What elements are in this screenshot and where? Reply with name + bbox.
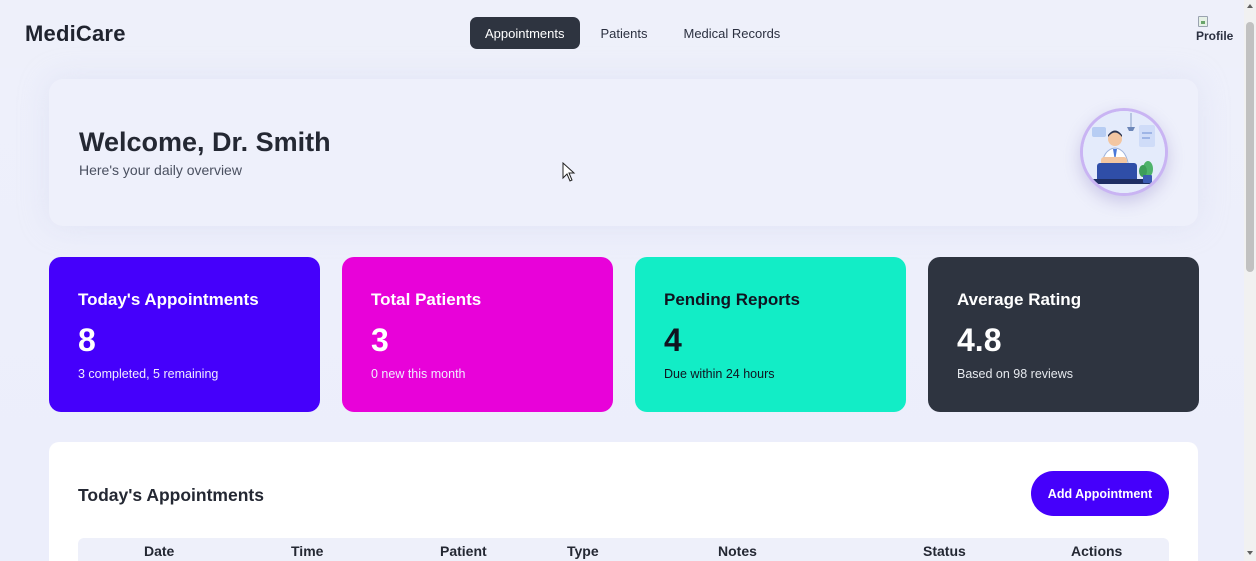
stat-title: Today's Appointments (78, 290, 259, 309)
stat-subtext: 0 new this month (371, 367, 466, 381)
stat-value: 3 (371, 322, 389, 358)
column-header-actions[interactable]: Actions (1071, 543, 1122, 559)
stat-card-todays-appointments[interactable]: Today's Appointments 8 3 completed, 5 re… (49, 257, 320, 412)
profile-alt-text: Profile (1196, 29, 1234, 43)
main-nav: Appointments Patients Medical Records (470, 17, 795, 49)
stat-subtext: Based on 98 reviews (957, 367, 1074, 381)
welcome-card: Welcome, Dr. Smith Here's your daily ove… (49, 79, 1198, 226)
column-header-time[interactable]: Time (291, 543, 323, 559)
column-header-type[interactable]: Type (567, 543, 599, 559)
column-header-status[interactable]: Status (923, 543, 966, 559)
doctor-illustration (1080, 108, 1168, 196)
column-header-patient[interactable]: Patient (440, 543, 487, 559)
stat-value: 4.8 (957, 322, 1002, 358)
column-header-notes[interactable]: Notes (718, 543, 757, 559)
welcome-title: Welcome, Dr. Smith (79, 127, 331, 157)
stat-value: 8 (78, 322, 96, 358)
column-header-date[interactable]: Date (144, 543, 174, 559)
tab-appointments[interactable]: Appointments (470, 17, 580, 49)
tab-medical-records[interactable]: Medical Records (668, 17, 795, 49)
scroll-down-icon[interactable] (1247, 551, 1253, 555)
mouse-cursor-icon (562, 162, 576, 182)
appointments-table-header: Date Time Patient Type Notes Status Acti… (78, 538, 1169, 561)
top-navbar: MediCare Appointments Patients Medical R… (0, 0, 1244, 68)
welcome-subtitle: Here's your daily overview (79, 162, 242, 178)
page-scrollbar[interactable] (1244, 0, 1256, 561)
add-appointment-button[interactable]: Add Appointment (1031, 471, 1169, 516)
stat-card-pending-reports[interactable]: Pending Reports 4 Due within 24 hours (635, 257, 906, 412)
stat-title: Total Patients (371, 290, 482, 309)
scroll-up-icon[interactable] (1247, 4, 1253, 8)
stat-card-average-rating[interactable]: Average Rating 4.8 Based on 98 reviews (928, 257, 1199, 412)
appointments-title: Today's Appointments (78, 485, 264, 505)
brand-logo[interactable]: MediCare (25, 21, 126, 47)
scrollbar-thumb[interactable] (1246, 22, 1254, 272)
broken-image-icon (1198, 16, 1208, 27)
profile-avatar[interactable]: Profile (1196, 16, 1236, 46)
stat-title: Pending Reports (664, 290, 801, 309)
tab-patients[interactable]: Patients (586, 17, 663, 49)
stat-title: Average Rating (957, 290, 1082, 309)
appointments-panel: Today's Appointments Add Appointment Dat… (49, 442, 1198, 561)
stat-subtext: Due within 24 hours (664, 367, 775, 381)
stat-card-total-patients[interactable]: Total Patients 3 0 new this month (342, 257, 613, 412)
stat-subtext: 3 completed, 5 remaining (78, 367, 219, 381)
stat-value: 4 (664, 322, 682, 358)
